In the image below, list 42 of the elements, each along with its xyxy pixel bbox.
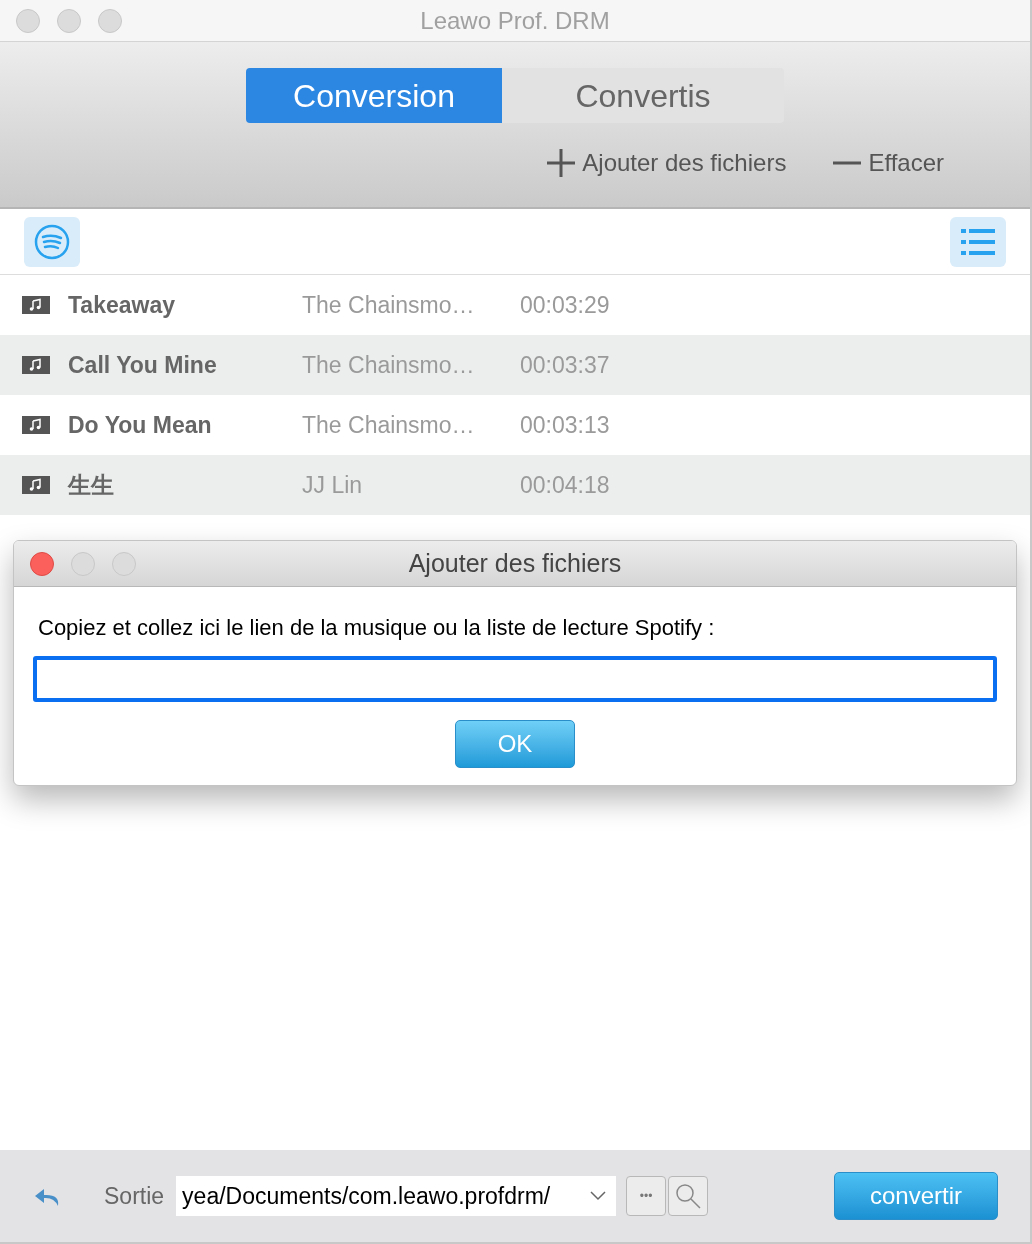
track-artist: The Chainsmo… <box>302 350 476 380</box>
plus-icon <box>546 148 577 178</box>
add-files-button[interactable]: Ajouter des fichiers <box>546 145 787 181</box>
output-label: Sortie <box>104 1181 165 1211</box>
track-artist: The Chainsmo… <box>302 290 476 320</box>
window-control-button[interactable] <box>98 8 122 33</box>
track-artist: JJ Lin <box>302 470 364 500</box>
track-duration: 00:04:18 <box>520 470 610 500</box>
track-duration: 00:03:37 <box>520 350 610 380</box>
music-note-icon <box>22 416 50 434</box>
dialog-prompt: Copiez et collez ici le lien de la musique ou la liste de lecture Spotify : <box>38 614 716 642</box>
window-title: Leawo Prof. DRM <box>420 5 610 36</box>
ok-button[interactable]: OK <box>455 720 575 768</box>
minus-icon <box>832 160 863 166</box>
dialog-title: Ajouter des fichiers <box>408 547 622 579</box>
window-control-button[interactable] <box>16 8 40 33</box>
link-input-field[interactable] <box>33 656 997 702</box>
tab[interactable]: Convertis <box>502 68 784 123</box>
output-path-dropdown[interactable]: yea/Documents/com.leawo.profdrm/ <box>176 1176 617 1216</box>
close-button[interactable] <box>30 551 54 576</box>
spotify-button[interactable] <box>24 216 80 267</box>
track-title: Do You Mean <box>68 410 213 440</box>
search-icon <box>674 1182 703 1210</box>
track-artist: The Chainsmo… <box>302 410 476 440</box>
spotify-icon <box>34 223 70 260</box>
window-control-button[interactable] <box>57 8 81 33</box>
tab[interactable]: Conversion <box>246 68 502 123</box>
track-title: Call You Mine <box>68 350 218 380</box>
search-button[interactable] <box>668 1176 709 1216</box>
track-title: 生生 <box>68 470 115 500</box>
track-title: Takeaway <box>68 290 176 320</box>
music-note-icon <box>22 356 50 374</box>
music-note-icon <box>22 476 50 494</box>
chevron-down-icon <box>590 1191 607 1201</box>
list-view-button[interactable] <box>950 216 1006 267</box>
music-note-icon <box>22 296 50 314</box>
clear-button[interactable]: Effacer <box>832 145 944 181</box>
track-duration: 00:03:13 <box>520 410 610 440</box>
convert-button[interactable]: convertir <box>834 1172 998 1220</box>
track-duration: 00:03:29 <box>520 290 610 320</box>
browse-button[interactable]: ••• <box>626 1176 667 1216</box>
list-icon <box>961 227 995 256</box>
